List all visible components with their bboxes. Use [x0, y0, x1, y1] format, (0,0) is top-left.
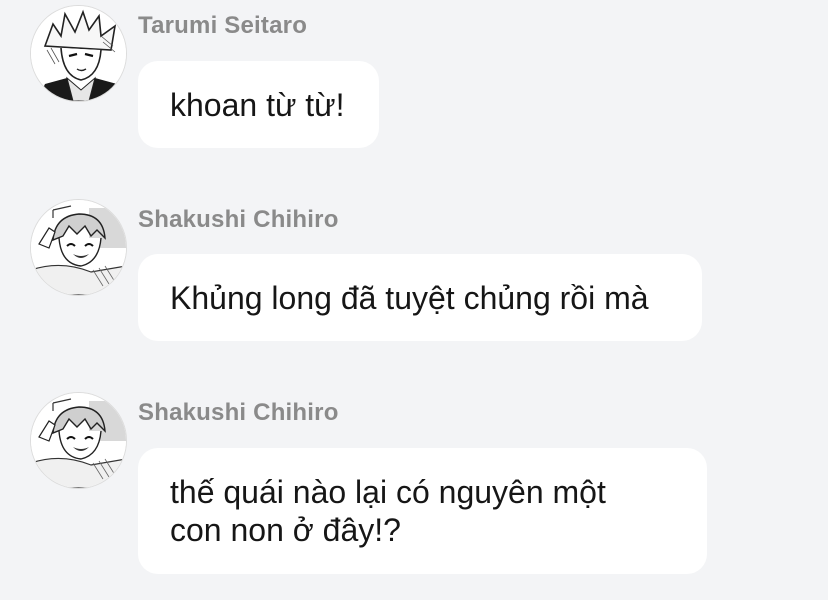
avatar[interactable]: [31, 393, 126, 488]
sender-name: Tarumi Seitaro: [138, 12, 308, 39]
message-bubble[interactable]: khoan từ từ!: [138, 61, 379, 148]
message-text: khoan từ từ!: [170, 86, 345, 123]
avatar[interactable]: [31, 6, 126, 101]
message-text: con non ở đây!?: [170, 512, 401, 548]
sender-name: Shakushi Chihiro: [138, 399, 339, 426]
sender-name: Shakushi Chihiro: [138, 206, 339, 233]
message-bubble[interactable]: thế quái nào lại có nguyên một con non ở…: [138, 448, 707, 574]
message-text: thế quái nào lại có nguyên một: [170, 474, 606, 510]
message-bubble[interactable]: Khủng long đã tuyệt chủng rồi mà: [138, 254, 702, 341]
manga-portrait-smiling-icon: [31, 200, 126, 295]
chat-thread: Tarumi Seitaro khoan từ từ! Shakushi Chi…: [0, 0, 828, 600]
avatar[interactable]: [31, 200, 126, 295]
manga-portrait-blond-icon: [31, 6, 126, 101]
manga-portrait-smiling-icon: [31, 393, 126, 488]
message-text: Khủng long đã tuyệt chủng rồi mà: [170, 279, 649, 316]
